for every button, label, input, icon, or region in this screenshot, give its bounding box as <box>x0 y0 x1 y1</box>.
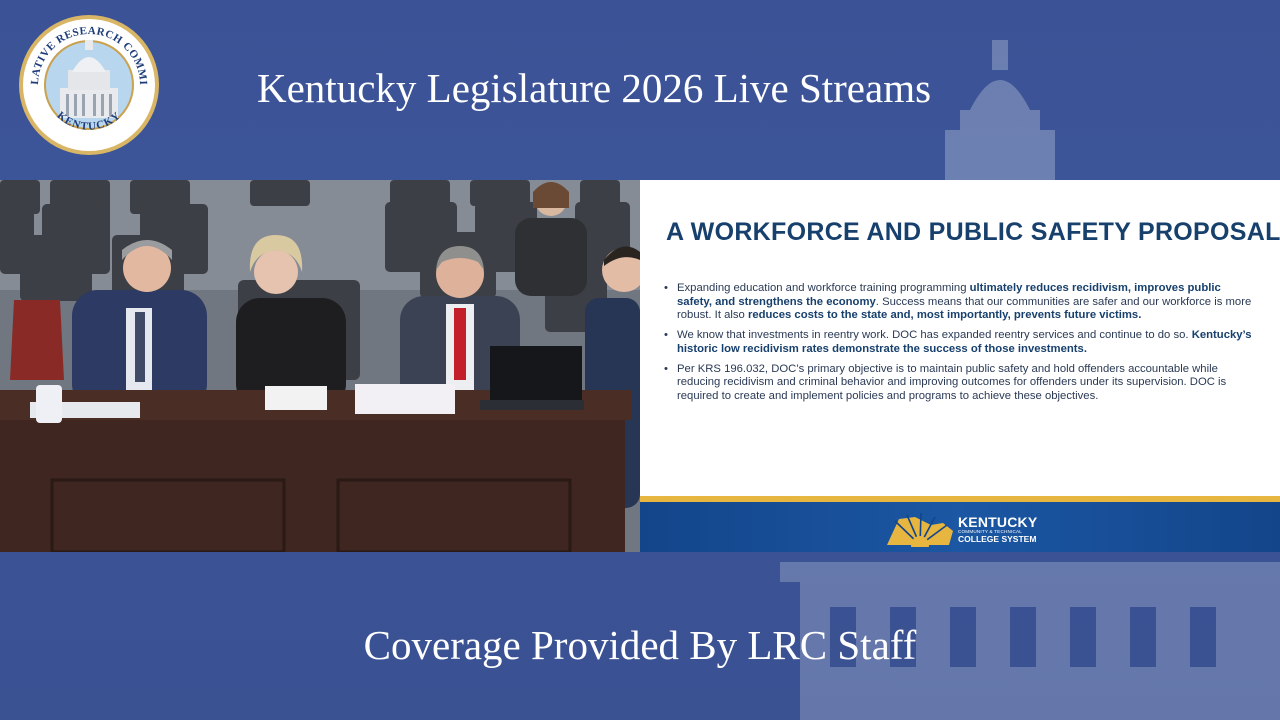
slide-bullet-text: Expanding education and workforce traini… <box>677 282 970 294</box>
video-feed[interactable] <box>0 180 640 552</box>
presentation-slide: A WORKFORCE AND PUBLIC SAFETY PROPOSAL E… <box>640 180 1280 552</box>
sunburst-icon <box>887 512 953 547</box>
lrc-seal-logo: LEGISLATIVE RESEARCH COMMISSION KENTUCKY <box>18 14 159 155</box>
coverage-footer: Coverage Provided By LRC Staff <box>363 622 917 668</box>
slide-bullet: Per KRS 196.032, DOC’s primary objective… <box>664 363 1258 404</box>
slide-bullet-text: Per KRS 196.032, DOC’s primary objective… <box>677 362 1227 402</box>
stream-title: Kentucky Legislature 2026 Live Streams <box>257 65 932 111</box>
slide-bullet-list: Expanding education and workforce traini… <box>664 282 1258 410</box>
slide-bullet: Expanding education and workforce traini… <box>664 282 1258 323</box>
slide-title: A WORKFORCE AND PUBLIC SAFETY PROPOSAL <box>666 218 1280 246</box>
slide-bullet-text: We know that investments in reentry work… <box>677 329 1192 342</box>
meeting-room-scene <box>0 180 640 552</box>
kctcs-logo-name: KENTUCKY <box>958 514 1038 530</box>
kctcs-logo-subtitle-2: COLLEGE SYSTEM <box>958 534 1037 544</box>
slide-bullet-bold-text: reduces costs to the state and, most imp… <box>747 309 1142 322</box>
slide-bullet: We know that investments in reentry work… <box>664 329 1258 356</box>
